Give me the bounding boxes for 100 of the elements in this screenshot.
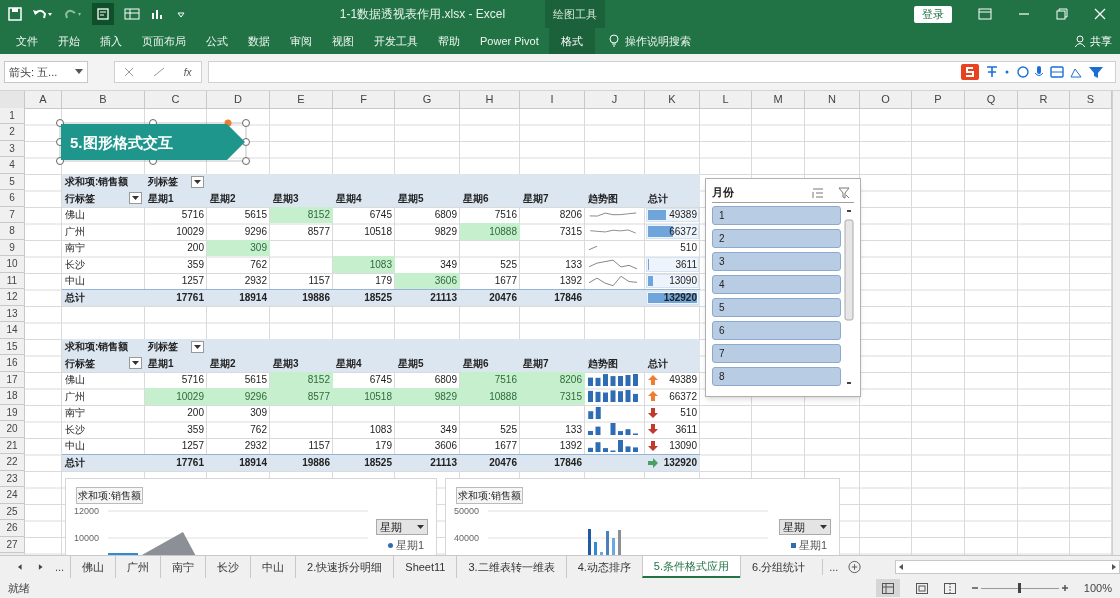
insert-function-button[interactable]: fx bbox=[183, 64, 192, 80]
row-number[interactable]: 18 bbox=[0, 388, 25, 405]
sheet-tab[interactable]: 5.条件格式应用 bbox=[641, 556, 741, 578]
ribbon-tab[interactable]: 数据 bbox=[238, 28, 280, 54]
column-header[interactable]: H bbox=[460, 91, 520, 109]
row-number[interactable]: 10 bbox=[0, 256, 25, 273]
formula-input[interactable] bbox=[208, 61, 1116, 83]
ribbon-tab[interactable]: 开始 bbox=[48, 28, 90, 54]
ribbon-tab[interactable]: Power Pivot bbox=[470, 28, 549, 54]
slicer-item[interactable]: 3 bbox=[712, 252, 841, 271]
column-header[interactable]: L bbox=[700, 91, 752, 109]
ribbon-tab[interactable]: 文件 bbox=[6, 28, 48, 54]
column-header[interactable]: O bbox=[860, 91, 912, 109]
column-header[interactable]: F bbox=[333, 91, 395, 109]
share-button[interactable]: 共享 bbox=[1090, 32, 1112, 50]
horizontal-scrollbar[interactable] bbox=[895, 560, 1120, 574]
row-number[interactable]: 14 bbox=[0, 322, 25, 339]
redo-icon[interactable] bbox=[64, 7, 82, 21]
lightbulb-icon[interactable] bbox=[608, 34, 619, 48]
normal-view-button[interactable] bbox=[875, 579, 900, 597]
column-header[interactable]: E bbox=[270, 91, 333, 109]
column-header[interactable]: M bbox=[752, 91, 805, 109]
row-number[interactable]: 8 bbox=[0, 223, 25, 240]
ribbon-tab[interactable]: 公式 bbox=[196, 28, 238, 54]
row-number[interactable]: 22 bbox=[0, 454, 25, 471]
column-header[interactable]: I bbox=[520, 91, 585, 109]
column-header[interactable]: A bbox=[25, 91, 62, 109]
pivot-header: 求和项:销售额 bbox=[62, 173, 145, 190]
slicer-item[interactable]: 5 bbox=[712, 298, 841, 317]
row-number[interactable]: 6 bbox=[0, 190, 25, 207]
filter-dropdown-button[interactable] bbox=[191, 340, 204, 353]
row-number[interactable]: 20 bbox=[0, 421, 25, 438]
name-box[interactable]: 箭头: 五... bbox=[4, 61, 88, 83]
ribbon-display-icon[interactable] bbox=[978, 8, 992, 20]
filter-dropdown-button[interactable] bbox=[129, 357, 142, 370]
ribbon-tab[interactable]: 帮助 bbox=[428, 28, 470, 54]
slicer-item[interactable]: 1 bbox=[712, 206, 841, 225]
column-header[interactable]: G bbox=[395, 91, 460, 109]
ribbon-tab[interactable]: 开发工具 bbox=[364, 28, 428, 54]
table-cell: 17761 bbox=[145, 454, 207, 471]
login-button[interactable]: 登录 bbox=[914, 5, 952, 23]
save-icon[interactable] bbox=[8, 7, 22, 21]
row-number[interactable]: 2 bbox=[0, 124, 25, 141]
close-icon[interactable] bbox=[1094, 8, 1106, 20]
legend-filter-button[interactable]: 星期 bbox=[779, 519, 831, 535]
slicer-title: 月份 bbox=[712, 185, 735, 201]
column-header[interactable]: B bbox=[62, 91, 145, 109]
ribbon-tab[interactable]: 审阅 bbox=[280, 28, 322, 54]
row-number[interactable]: 24 bbox=[0, 487, 25, 504]
row-number[interactable]: 12 bbox=[0, 289, 25, 306]
slicer-item[interactable]: 4 bbox=[712, 275, 841, 294]
slicer-item[interactable]: 2 bbox=[712, 229, 841, 248]
row-number[interactable]: 26 bbox=[0, 520, 25, 537]
restore-icon[interactable] bbox=[1056, 8, 1068, 20]
slicer-item[interactable]: 7 bbox=[712, 344, 841, 363]
enter-icon[interactable] bbox=[153, 67, 166, 77]
ribbon-tab[interactable]: 格式 bbox=[548, 28, 595, 54]
row-number[interactable]: 16 bbox=[0, 355, 25, 372]
add-sheet-icon[interactable] bbox=[848, 560, 862, 574]
scroll-right-icon[interactable] bbox=[37, 563, 45, 571]
form-button[interactable] bbox=[92, 3, 114, 25]
chart-panel[interactable]: 求和项:销售额 50000 40000 星期 星期1 bbox=[445, 478, 840, 555]
person-icon[interactable] bbox=[1074, 35, 1086, 47]
column-header[interactable]: D bbox=[207, 91, 270, 109]
column-header[interactable]: P bbox=[912, 91, 965, 109]
more-tabs-button[interactable]: ... bbox=[54, 558, 65, 576]
ribbon-tab[interactable]: 插入 bbox=[90, 28, 132, 54]
page-layout-icon[interactable] bbox=[915, 582, 928, 594]
zoom-slider-thumb[interactable] bbox=[1018, 582, 1022, 593]
row-label-cell-text: 佛山 bbox=[64, 208, 86, 223]
vertical-scrollbar[interactable] bbox=[1112, 91, 1120, 555]
zoom-level[interactable]: 100% bbox=[1083, 579, 1112, 597]
filter-dropdown-button[interactable] bbox=[191, 175, 204, 188]
slicer-item[interactable]: 6 bbox=[712, 321, 841, 340]
chart-panel[interactable]: 求和项:销售额 12000 10000 星期 星期1 bbox=[65, 478, 437, 555]
filter-dropdown-button[interactable] bbox=[129, 192, 142, 205]
column-header[interactable]: Q bbox=[965, 91, 1018, 109]
page-break-icon[interactable] bbox=[943, 582, 956, 594]
column-header[interactable]: R bbox=[1018, 91, 1070, 109]
ribbon-tab[interactable]: 视图 bbox=[322, 28, 364, 54]
slicer-item[interactable]: 8 bbox=[712, 367, 841, 386]
column-header[interactable]: J bbox=[585, 91, 645, 109]
column-header[interactable]: C bbox=[145, 91, 207, 109]
cancel-icon[interactable] bbox=[124, 67, 135, 77]
scroll-left-icon[interactable] bbox=[16, 563, 24, 571]
tell-me-search[interactable]: 操作说明搜索 bbox=[624, 32, 691, 50]
row-number[interactable]: 4 bbox=[0, 157, 25, 174]
column-header[interactable]: N bbox=[805, 91, 860, 109]
more-tabs-button[interactable]: ... bbox=[822, 558, 839, 576]
table-cell-text: 1157 bbox=[307, 439, 331, 454]
legend-marker-icon bbox=[387, 543, 393, 548]
zoom-in-icon[interactable] bbox=[1061, 585, 1068, 591]
undo-icon[interactable] bbox=[32, 7, 54, 21]
legend-filter-button[interactable]: 星期 bbox=[376, 519, 428, 535]
table-icon[interactable] bbox=[124, 7, 140, 21]
column-header[interactable]: K bbox=[645, 91, 700, 109]
clear-filter-icon[interactable] bbox=[838, 186, 850, 199]
ribbon-tab[interactable]: 页面布局 bbox=[132, 28, 196, 54]
table-cell: 9829 bbox=[395, 388, 460, 405]
column-header[interactable]: S bbox=[1070, 91, 1112, 109]
